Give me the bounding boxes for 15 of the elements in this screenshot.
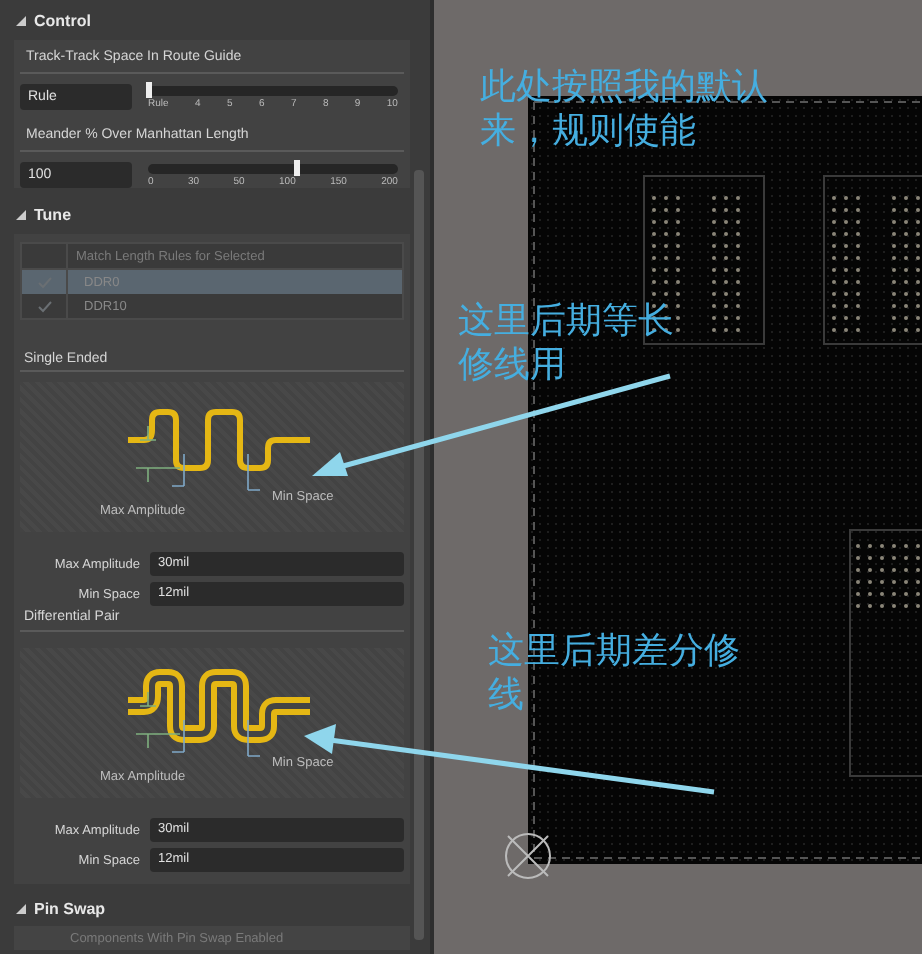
slider-track[interactable] (148, 86, 398, 96)
slider-track[interactable] (148, 164, 398, 174)
checkbox[interactable] (35, 273, 53, 291)
collapse-triangle-icon[interactable] (14, 207, 28, 221)
section-title: Tune (34, 205, 72, 223)
section-title: Control (34, 11, 91, 29)
annotation-text: 这里后期差分修线 (488, 630, 742, 718)
collapse-triangle-icon[interactable] (14, 901, 28, 915)
slider-thumb[interactable] (146, 82, 152, 98)
slider-thumb[interactable] (293, 160, 300, 176)
origin-marker-icon (502, 830, 554, 882)
section-title: Pin Swap (34, 899, 106, 917)
collapse-triangle-icon[interactable] (14, 13, 28, 27)
checkbox[interactable] (35, 297, 53, 315)
scrollbar-thumb[interactable] (414, 170, 424, 940)
